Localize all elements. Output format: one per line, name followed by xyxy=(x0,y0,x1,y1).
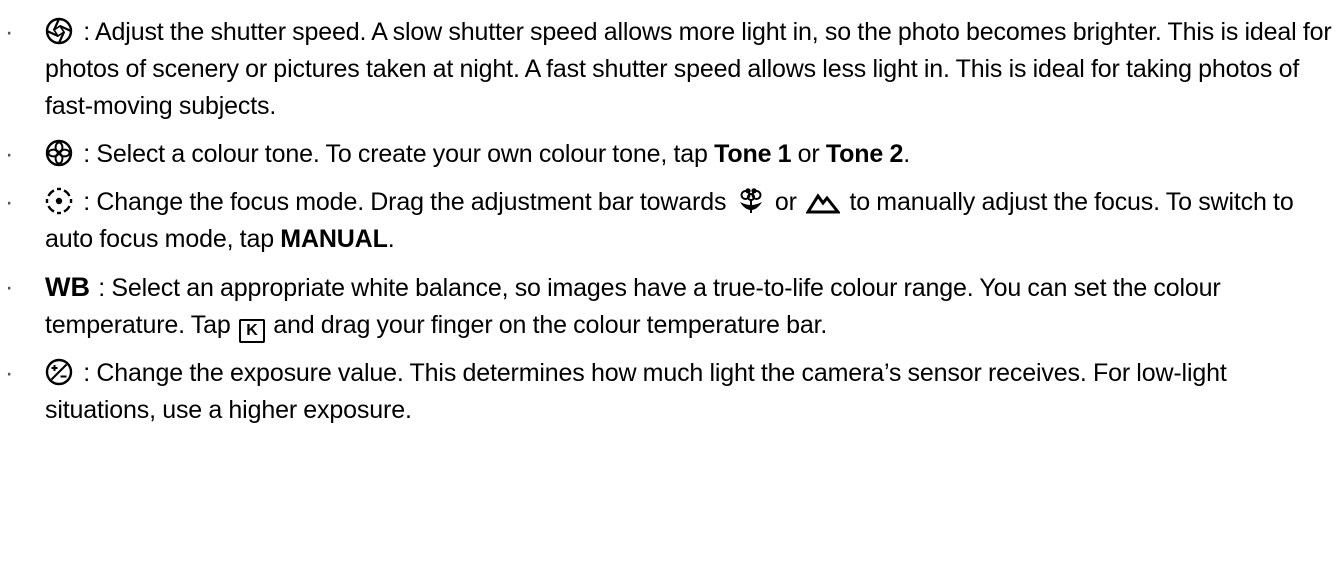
item-text: : Adjust the shutter speed. A slow shutt… xyxy=(45,18,1332,120)
list-item-shutter-speed: · : Adjust the shutter speed. A slow shu… xyxy=(0,14,1341,125)
item-text: or xyxy=(768,188,804,216)
item-text: or xyxy=(791,140,826,168)
item-text: : Change the exposure value. This determ… xyxy=(45,359,1227,424)
item-text: : Change the focus mode. Drag the adjust… xyxy=(77,188,733,216)
document-page: · : Adjust the shutter speed. A slow shu… xyxy=(0,0,1341,573)
white-balance-icon: WB xyxy=(45,272,90,302)
item-text: . xyxy=(387,225,395,253)
focus-mode-icon xyxy=(45,187,73,215)
bullet: · xyxy=(5,359,14,387)
item-text: . xyxy=(903,140,911,168)
macro-flower-icon xyxy=(736,188,766,214)
bullet: · xyxy=(5,188,14,216)
list-item-colour-tone: · : Select a colour tone. To create your… xyxy=(0,136,1341,173)
bullet: · xyxy=(5,140,14,168)
colour-tone-icon xyxy=(45,139,73,167)
tone-2-option: Tone 2 xyxy=(825,140,904,168)
list-item-focus-mode: · : Change the focus mode. Drag the adju… xyxy=(0,184,1341,258)
mountain-icon xyxy=(806,190,841,214)
exposure-value-icon xyxy=(45,358,73,386)
shutter-speed-icon xyxy=(45,17,73,45)
colour-temperature-key-icon: K xyxy=(238,319,265,343)
bullet: · xyxy=(5,273,14,301)
list-item-white-balance: · WB : Select an appropriate white balan… xyxy=(0,269,1341,344)
manual-option: MANUAL xyxy=(280,225,388,253)
tone-1-option: Tone 1 xyxy=(714,140,792,168)
item-text: : Select a colour tone. To create your o… xyxy=(77,140,715,168)
bullet: · xyxy=(5,18,14,46)
list-item-exposure-value: · : Change the exposure value. This dete… xyxy=(0,355,1341,429)
item-text: and drag your finger on the colour tempe… xyxy=(266,311,828,339)
